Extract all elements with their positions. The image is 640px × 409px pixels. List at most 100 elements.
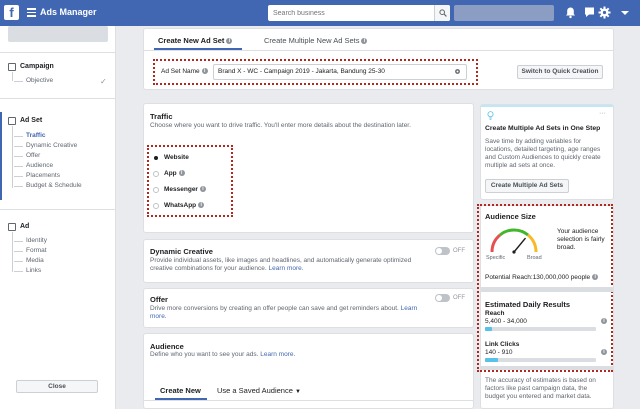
tab-label: Use a Saved Audience	[217, 386, 293, 395]
sidebar-item-media[interactable]: Media	[14, 257, 44, 264]
search-button[interactable]	[434, 5, 450, 21]
offer-description: Drive more conversions by creating an of…	[150, 305, 420, 321]
more-options-icon[interactable]: ···	[599, 110, 606, 117]
tab-create-new-audience[interactable]: Create New	[160, 386, 201, 395]
section-divider	[481, 287, 613, 292]
sidebar-section-campaign[interactable]: Campaign	[20, 63, 54, 70]
sidebar-item-format[interactable]: Format	[14, 247, 47, 254]
radio-messenger[interactable]	[153, 187, 159, 193]
divider	[144, 400, 473, 401]
audience-size-title: Audience Size	[485, 212, 536, 221]
tab-create-multiple[interactable]: Create Multiple New Ad Sets i	[264, 36, 368, 45]
sidebar-item-budget-schedule[interactable]: Budget & Schedule	[14, 182, 82, 189]
estimated-daily-results-title: Estimated Daily Results	[485, 300, 571, 309]
search-icon	[439, 9, 447, 17]
sidebar-item-offer[interactable]: Offer	[13, 152, 40, 159]
facebook-logo[interactable]: f	[4, 5, 19, 20]
dynamic-creative-title: Dynamic Creative	[150, 247, 213, 256]
audience-status: Your audience selection is fairly broad.	[557, 228, 605, 251]
top-bar: f Ads Manager	[0, 0, 640, 26]
option-app[interactable]: App i	[164, 170, 185, 177]
create-multiple-adsets-button[interactable]: Create Multiple Ad Sets	[485, 179, 569, 193]
multiple-adsets-title: Create Multiple Ad Sets in One Step	[485, 125, 601, 132]
adset-name-input[interactable]: Brand X - WC - Campaign 2019 - Jakarta, …	[213, 64, 467, 80]
dynamic-creative-description: Provide individual assets, like images a…	[150, 257, 420, 273]
close-button[interactable]: Close	[16, 380, 98, 393]
gauge-broad-label: Broad	[527, 255, 542, 261]
reach-value: 5,400 - 34,000	[485, 318, 527, 325]
sidebar-section-ad[interactable]: Ad	[20, 223, 29, 230]
sidebar-section-adset[interactable]: Ad Set	[20, 117, 42, 124]
tab-label: Create New Ad Set	[158, 36, 225, 45]
info-icon[interactable]: i	[592, 274, 599, 281]
link-clicks-bar	[485, 358, 596, 362]
info-icon[interactable]: i	[601, 349, 607, 355]
tab-saved-audience[interactable]: Use a Saved Audience ▼	[217, 386, 301, 395]
info-icon[interactable]: i	[198, 202, 205, 209]
sidebar-item-audience[interactable]: Audience	[13, 162, 53, 169]
option-messenger[interactable]: Messenger i	[164, 186, 206, 193]
learn-more-link[interactable]: Learn more.	[269, 265, 304, 272]
check-icon: ✓	[100, 77, 107, 86]
sidebar-item-objective[interactable]: Objective	[13, 77, 53, 84]
radio-website[interactable]	[154, 156, 158, 160]
divider	[0, 98, 116, 99]
app-title: Ads Manager	[40, 7, 97, 17]
active-section-indicator	[0, 112, 2, 200]
traffic-description: Choose where you want to drive traffic. …	[150, 122, 411, 129]
info-icon[interactable]: i	[361, 38, 368, 45]
radio-whatsapp[interactable]	[153, 203, 159, 209]
audience-description: Define who you want to see your ads. Lea…	[150, 351, 450, 359]
info-icon[interactable]: i	[226, 38, 233, 45]
sidebar-item-links[interactable]: Links	[13, 267, 41, 274]
card-accent	[481, 105, 613, 107]
section-divider	[481, 366, 613, 370]
reach-bar	[485, 327, 596, 331]
search-input[interactable]	[268, 5, 432, 21]
gear-icon[interactable]	[598, 6, 611, 19]
option-label: Messenger	[164, 186, 198, 193]
tab-create-new-adset[interactable]: Create New Ad Set i	[158, 36, 233, 45]
sidebar-item-traffic[interactable]: Traffic	[14, 132, 46, 139]
link-clicks-label: Link Clicks	[485, 341, 520, 348]
dynamic-creative-toggle[interactable]	[435, 247, 450, 255]
offer-toggle[interactable]	[435, 294, 450, 302]
info-icon[interactable]: i	[178, 170, 185, 177]
account-selector[interactable]	[454, 5, 554, 21]
sidebar-item-identity[interactable]: Identity	[14, 237, 47, 244]
search-box	[268, 5, 450, 21]
info-icon[interactable]: i	[201, 68, 208, 75]
option-label: App	[164, 170, 177, 177]
desc-text: Define who you want to see your ads.	[150, 351, 259, 358]
sidebar-item-dynamic-creative[interactable]: Dynamic Creative	[13, 142, 77, 149]
help-icon[interactable]	[583, 6, 596, 19]
sidebar-item-placements[interactable]: Placements	[14, 172, 60, 179]
reach-text: Potential Reach:130,000,000 people	[485, 274, 591, 281]
adset-name-label: Ad Set Name i	[161, 68, 208, 75]
reach-bar-fill	[485, 327, 492, 331]
link-clicks-bar-fill	[485, 358, 499, 362]
menu-icon[interactable]	[27, 8, 36, 17]
info-icon[interactable]: i	[601, 318, 607, 324]
switch-to-quick-creation-button[interactable]: Switch to Quick Creation	[517, 65, 603, 79]
reach-label: Reach	[485, 310, 505, 317]
link-clicks-value: 140 - 910	[485, 349, 513, 356]
divider	[0, 52, 116, 53]
settings-icon[interactable]	[454, 68, 461, 75]
info-icon[interactable]: i	[199, 186, 206, 193]
option-website[interactable]: Website	[164, 154, 189, 161]
divider	[144, 50, 613, 51]
bell-icon[interactable]	[564, 6, 577, 19]
divider	[0, 209, 116, 210]
adset-grid-icon	[8, 117, 16, 125]
campaign-folder-icon	[8, 63, 16, 71]
option-whatsapp[interactable]: WhatsApp i	[164, 202, 205, 209]
tab-label: Create Multiple New Ad Sets	[264, 36, 360, 45]
toggle-state: OFF	[453, 295, 465, 301]
radio-app[interactable]	[153, 171, 159, 177]
lightbulb-icon	[487, 111, 494, 120]
dropdown-caret-icon[interactable]	[620, 6, 630, 19]
desc-text: Drive more conversions by creating an of…	[150, 305, 399, 312]
option-label: WhatsApp	[164, 202, 197, 209]
learn-more-link[interactable]: Learn more.	[260, 351, 295, 358]
